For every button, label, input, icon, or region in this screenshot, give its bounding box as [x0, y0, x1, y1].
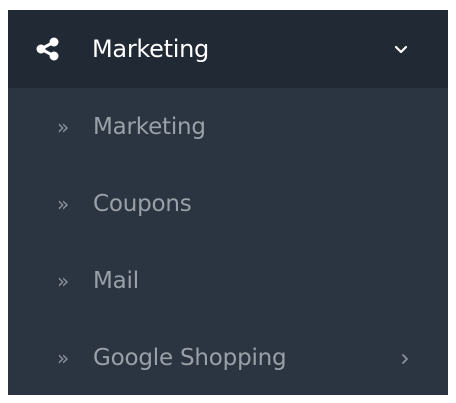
submenu-item-label: Marketing — [93, 114, 206, 140]
submenu-item-label: Google Shopping — [93, 345, 287, 371]
submenu-item-marketing[interactable]: » Marketing — [8, 90, 448, 164]
double-chevron-right-icon: » — [57, 192, 70, 216]
menu-header-marketing[interactable]: Marketing — [8, 10, 448, 88]
double-chevron-right-icon: » — [57, 346, 70, 370]
menu-header-label: Marketing — [92, 35, 209, 63]
double-chevron-right-icon: » — [57, 115, 70, 139]
share-icon — [36, 37, 60, 61]
chevron-right-icon[interactable] — [400, 351, 410, 365]
submenu-item-google-shopping[interactable]: » Google Shopping — [8, 321, 448, 395]
double-chevron-right-icon: » — [57, 269, 70, 293]
submenu-item-label: Mail — [93, 268, 139, 294]
chevron-down-icon[interactable] — [394, 42, 408, 56]
submenu-item-mail[interactable]: » Mail — [8, 244, 448, 318]
sidebar-menu: Marketing » Marketing » Coupons » Mail »… — [8, 10, 448, 395]
submenu-item-label: Coupons — [93, 191, 192, 217]
submenu-item-coupons[interactable]: » Coupons — [8, 167, 448, 241]
